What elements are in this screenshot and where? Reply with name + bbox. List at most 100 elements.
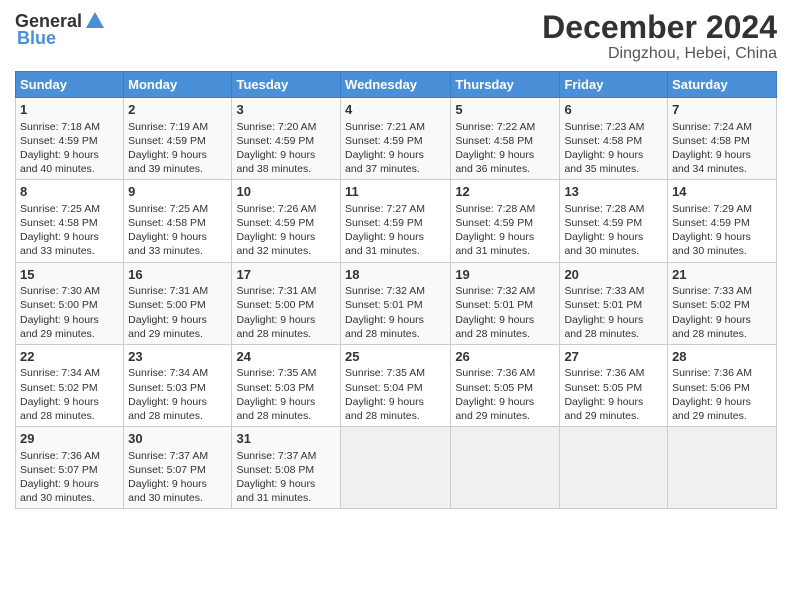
day-number: 11	[345, 183, 446, 201]
day-number: 5	[455, 101, 555, 119]
day-info-line: Sunrise: 7:33 AM	[564, 284, 663, 298]
day-number: 12	[455, 183, 555, 201]
day-info-line: and 31 minutes.	[455, 244, 555, 258]
day-number: 27	[564, 348, 663, 366]
day-number: 26	[455, 348, 555, 366]
day-number: 23	[128, 348, 227, 366]
day-info-line: Sunrise: 7:33 AM	[672, 284, 772, 298]
day-number: 18	[345, 266, 446, 284]
day-info-line: Sunset: 5:00 PM	[128, 298, 227, 312]
day-number: 10	[236, 183, 336, 201]
day-info-line: Sunset: 4:59 PM	[455, 216, 555, 230]
day-info-line: Sunrise: 7:36 AM	[672, 366, 772, 380]
day-info-line: Daylight: 9 hours	[345, 395, 446, 409]
day-info-line: and 28 minutes.	[128, 409, 227, 423]
day-number: 6	[564, 101, 663, 119]
day-info-line: Sunrise: 7:31 AM	[236, 284, 336, 298]
day-info-line: Sunset: 4:59 PM	[564, 216, 663, 230]
calendar-cell: 21Sunrise: 7:33 AMSunset: 5:02 PMDayligh…	[668, 262, 777, 344]
day-info-line: Sunrise: 7:26 AM	[236, 202, 336, 216]
weekday-header-row: SundayMondayTuesdayWednesdayThursdayFrid…	[16, 72, 777, 98]
weekday-header-wednesday: Wednesday	[341, 72, 451, 98]
day-info-line: Daylight: 9 hours	[236, 148, 336, 162]
calendar-cell: 9Sunrise: 7:25 AMSunset: 4:58 PMDaylight…	[124, 180, 232, 262]
day-info-line: Sunset: 4:58 PM	[455, 134, 555, 148]
day-number: 28	[672, 348, 772, 366]
day-info-line: Daylight: 9 hours	[672, 313, 772, 327]
day-info-line: Sunrise: 7:37 AM	[236, 449, 336, 463]
calendar-cell: 6Sunrise: 7:23 AMSunset: 4:58 PMDaylight…	[560, 98, 668, 180]
logo: General Blue	[15, 10, 106, 49]
page-title: December 2024	[542, 10, 777, 45]
calendar-body: 1Sunrise: 7:18 AMSunset: 4:59 PMDaylight…	[16, 98, 777, 509]
day-number: 24	[236, 348, 336, 366]
day-info-line: Sunrise: 7:22 AM	[455, 120, 555, 134]
day-info-line: Sunrise: 7:32 AM	[345, 284, 446, 298]
calendar-cell: 17Sunrise: 7:31 AMSunset: 5:00 PMDayligh…	[232, 262, 341, 344]
day-info-line: Sunrise: 7:36 AM	[564, 366, 663, 380]
day-info-line: Daylight: 9 hours	[455, 230, 555, 244]
day-number: 16	[128, 266, 227, 284]
day-info-line: Sunset: 4:58 PM	[564, 134, 663, 148]
day-info-line: Sunset: 4:59 PM	[345, 216, 446, 230]
calendar-cell: 15Sunrise: 7:30 AMSunset: 5:00 PMDayligh…	[16, 262, 124, 344]
day-info-line: Sunset: 4:59 PM	[345, 134, 446, 148]
calendar-cell: 2Sunrise: 7:19 AMSunset: 4:59 PMDaylight…	[124, 98, 232, 180]
day-info-line: Sunrise: 7:37 AM	[128, 449, 227, 463]
day-info-line: Sunrise: 7:23 AM	[564, 120, 663, 134]
day-info-line: Sunrise: 7:36 AM	[20, 449, 119, 463]
day-info-line: and 28 minutes.	[455, 327, 555, 341]
day-info-line: Sunrise: 7:34 AM	[128, 366, 227, 380]
day-info-line: Sunrise: 7:28 AM	[455, 202, 555, 216]
day-info-line: Daylight: 9 hours	[20, 477, 119, 491]
day-number: 20	[564, 266, 663, 284]
day-info-line: Sunset: 5:07 PM	[128, 463, 227, 477]
day-info-line: and 38 minutes.	[236, 162, 336, 176]
day-number: 22	[20, 348, 119, 366]
day-number: 4	[345, 101, 446, 119]
day-info-line: and 29 minutes.	[455, 409, 555, 423]
day-info-line: Daylight: 9 hours	[455, 395, 555, 409]
day-info-line: Daylight: 9 hours	[672, 148, 772, 162]
day-number: 7	[672, 101, 772, 119]
day-info-line: Sunset: 4:59 PM	[672, 216, 772, 230]
day-info-line: Sunrise: 7:27 AM	[345, 202, 446, 216]
day-info-line: Sunset: 4:59 PM	[20, 134, 119, 148]
day-number: 30	[128, 430, 227, 448]
day-info-line: and 30 minutes.	[672, 244, 772, 258]
day-info-line: and 33 minutes.	[128, 244, 227, 258]
day-info-line: Sunrise: 7:24 AM	[672, 120, 772, 134]
day-info-line: and 36 minutes.	[455, 162, 555, 176]
calendar-cell	[451, 427, 560, 509]
calendar-cell: 27Sunrise: 7:36 AMSunset: 5:05 PMDayligh…	[560, 344, 668, 426]
day-info-line: Daylight: 9 hours	[236, 477, 336, 491]
day-number: 19	[455, 266, 555, 284]
day-info-line: Daylight: 9 hours	[20, 395, 119, 409]
day-info-line: Daylight: 9 hours	[20, 230, 119, 244]
day-number: 9	[128, 183, 227, 201]
calendar-cell	[668, 427, 777, 509]
day-number: 15	[20, 266, 119, 284]
day-info-line: Daylight: 9 hours	[455, 313, 555, 327]
day-info-line: Daylight: 9 hours	[564, 148, 663, 162]
calendar-cell: 14Sunrise: 7:29 AMSunset: 4:59 PMDayligh…	[668, 180, 777, 262]
day-info-line: Sunset: 5:01 PM	[345, 298, 446, 312]
calendar-cell: 5Sunrise: 7:22 AMSunset: 4:58 PMDaylight…	[451, 98, 560, 180]
calendar-cell: 31Sunrise: 7:37 AMSunset: 5:08 PMDayligh…	[232, 427, 341, 509]
day-info-line: Sunrise: 7:19 AM	[128, 120, 227, 134]
calendar-week-4: 22Sunrise: 7:34 AMSunset: 5:02 PMDayligh…	[16, 344, 777, 426]
day-info-line: Sunset: 4:58 PM	[20, 216, 119, 230]
day-info-line: and 28 minutes.	[20, 409, 119, 423]
day-info-line: Daylight: 9 hours	[672, 395, 772, 409]
day-info-line: and 29 minutes.	[128, 327, 227, 341]
day-info-line: Sunset: 5:03 PM	[236, 381, 336, 395]
weekday-header-tuesday: Tuesday	[232, 72, 341, 98]
day-info-line: Daylight: 9 hours	[345, 148, 446, 162]
calendar-week-2: 8Sunrise: 7:25 AMSunset: 4:58 PMDaylight…	[16, 180, 777, 262]
day-info-line: Sunset: 5:05 PM	[455, 381, 555, 395]
day-info-line: and 32 minutes.	[236, 244, 336, 258]
day-info-line: and 28 minutes.	[236, 409, 336, 423]
calendar-cell: 16Sunrise: 7:31 AMSunset: 5:00 PMDayligh…	[124, 262, 232, 344]
page-subtitle: Dingzhou, Hebei, China	[542, 45, 777, 63]
day-info-line: Daylight: 9 hours	[128, 477, 227, 491]
